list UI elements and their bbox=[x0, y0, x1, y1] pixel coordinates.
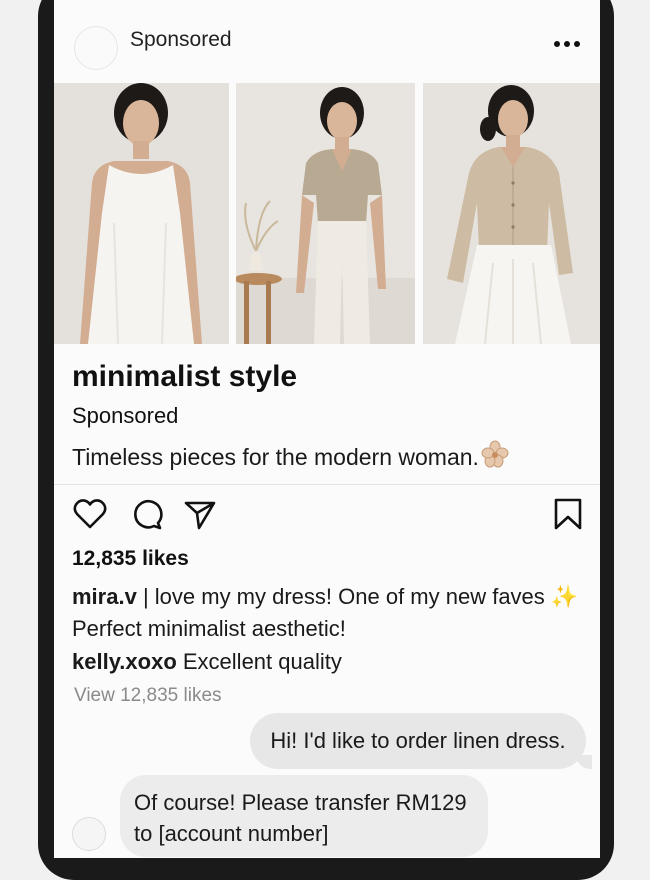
header-sponsored-label: Sponsored bbox=[130, 28, 232, 51]
comment-text: Excellent quality bbox=[176, 649, 342, 674]
post-header: Sponsored bbox=[54, 0, 600, 82]
action-bar bbox=[54, 496, 600, 536]
comment-text: | love my my dress! One of my new faves … bbox=[72, 584, 579, 641]
share-icon[interactable] bbox=[182, 496, 218, 532]
incoming-message: Of course! Please transfer RM129 to [acc… bbox=[120, 775, 488, 857]
post-tagline: Timeless pieces for the modern woman. bbox=[72, 440, 509, 474]
heart-icon[interactable] bbox=[72, 496, 108, 532]
product-photo-shirt-skirt[interactable] bbox=[423, 83, 600, 344]
incoming-message-line: to [account number] bbox=[134, 821, 329, 846]
comment-item: kelly.xoxo Excellent quality bbox=[72, 646, 592, 678]
seller-avatar[interactable] bbox=[72, 817, 106, 851]
tagline-text: Timeless pieces for the modern woman. bbox=[72, 443, 479, 470]
product-photo-dress[interactable] bbox=[54, 83, 229, 344]
more-icon[interactable] bbox=[554, 40, 580, 48]
flower-emoji bbox=[481, 440, 509, 474]
comment-icon[interactable] bbox=[128, 496, 164, 532]
advertiser-avatar[interactable] bbox=[74, 26, 118, 70]
sponsored-label: Sponsored bbox=[72, 403, 179, 428]
comment-username[interactable]: mira.v bbox=[72, 584, 137, 609]
section-divider bbox=[54, 484, 600, 485]
post-image-gallery[interactable] bbox=[54, 83, 600, 344]
comment-item: mira.v | love my my dress! One of my new… bbox=[72, 581, 592, 645]
app-screen: Sponsored minimalist style Sponsored Tim… bbox=[54, 0, 600, 858]
comment-username[interactable]: kelly.xoxo bbox=[72, 649, 177, 674]
view-likes-link[interactable]: View 12,835 likes bbox=[74, 685, 222, 707]
outgoing-message: Hi! I'd like to order linen dress. bbox=[250, 713, 592, 769]
product-photo-top-trousers[interactable] bbox=[236, 83, 415, 344]
post-title: minimalist style bbox=[72, 360, 298, 393]
incoming-message-line: Of course! Please transfer RM129 bbox=[134, 790, 467, 815]
bookmark-icon[interactable] bbox=[550, 496, 586, 532]
likes-count[interactable]: 12,835 likes bbox=[72, 547, 189, 571]
